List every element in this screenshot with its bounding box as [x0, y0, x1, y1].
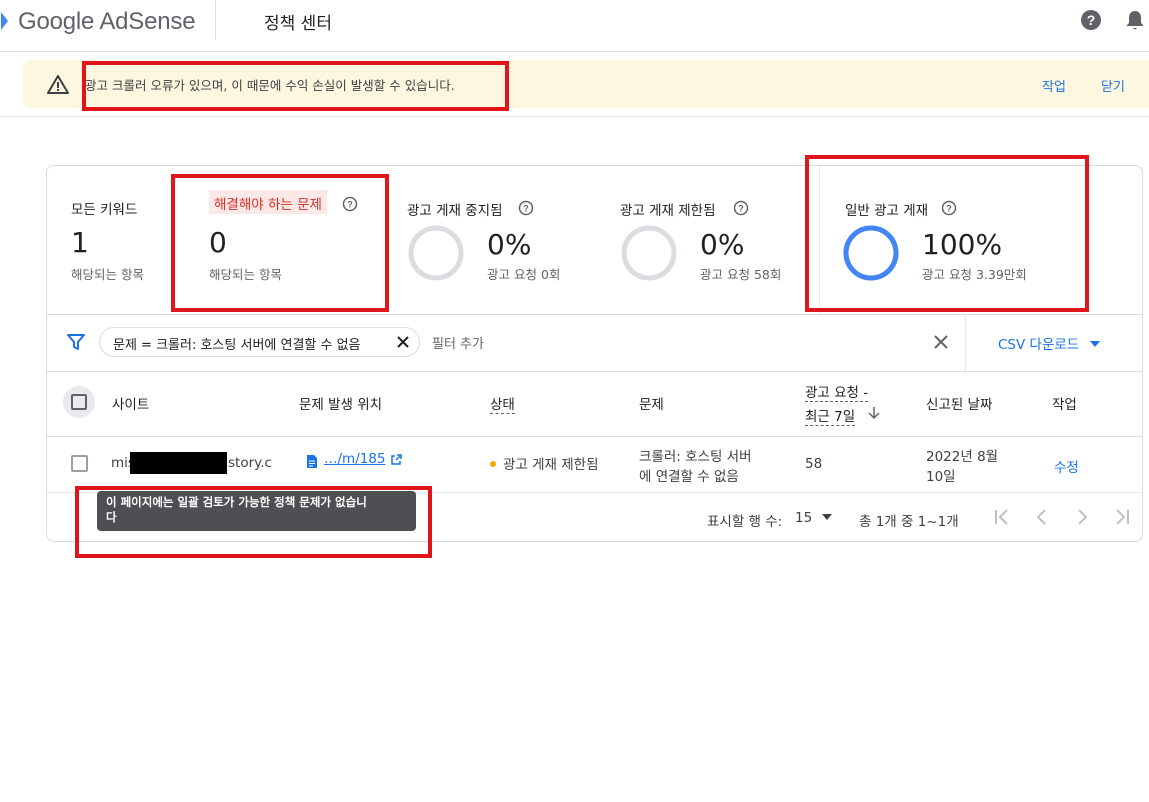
- column-action: 작업: [1052, 397, 1077, 413]
- pagination-range: 총 1개 중 1~1개: [859, 514, 959, 530]
- warning-banner: 광고 크롤러 오류가 있으며, 이 때문에 수익 손실이 발생할 수 있습니다.…: [23, 60, 1149, 108]
- column-issue[interactable]: 문제: [639, 393, 664, 413]
- filter-chip[interactable]: 문제 = 크롤러: 호스팅 서버에 연결할 수 없음: [99, 327, 420, 357]
- summary-normal-sub: 광고 요청 3.39만회: [922, 267, 1027, 282]
- summary-limited-sub: 광고 요청 58회: [700, 267, 782, 282]
- next-page-icon[interactable]: [1072, 507, 1092, 527]
- summary-limited-value: 0%: [700, 228, 745, 261]
- column-requests-line1[interactable]: 광고 요청 -: [805, 381, 869, 402]
- help-circle-icon[interactable]: ?: [1080, 9, 1102, 31]
- help-circle-icon[interactable]: ?: [941, 200, 957, 216]
- summary-all-keywords-sub: 해당되는 항목: [71, 267, 144, 282]
- location-link[interactable]: …/m/185: [324, 451, 386, 467]
- external-link-icon[interactable]: [390, 454, 402, 466]
- stopped-ring-chart: [408, 225, 464, 281]
- bell-icon[interactable]: [1124, 8, 1146, 32]
- row-checkbox[interactable]: [71, 455, 88, 472]
- tooltip-line1: 이 페이지에는 일괄 검토가 가능한 정책 문제가 없습니: [106, 495, 367, 509]
- status-cell: 광고 게재 제한됨: [490, 453, 599, 473]
- limited-ring-chart: [621, 225, 677, 281]
- summary-all-keywords-label[interactable]: 모든 키워드: [71, 198, 137, 218]
- filter-icon[interactable]: [67, 333, 85, 351]
- banner-message: 광고 크롤러 오류가 있으며, 이 때문에 수익 손실이 발생할 수 있습니다.: [85, 78, 455, 93]
- select-all-checkbox[interactable]: [71, 394, 87, 410]
- filter-chip-text: 문제 = 크롤러: 호스팅 서버에 연결할 수 없음: [113, 338, 361, 353]
- svg-text:?: ?: [738, 204, 744, 214]
- svg-text:?: ?: [347, 200, 353, 210]
- divider: [0, 116, 1149, 117]
- divider: [47, 436, 1142, 437]
- previous-page-icon[interactable]: [1032, 507, 1052, 527]
- redacted-block: [130, 452, 227, 474]
- summary-all-keywords-value: 1: [71, 226, 89, 259]
- caret-down-icon: [822, 514, 833, 520]
- rows-per-page-value: 15: [795, 510, 813, 526]
- close-icon[interactable]: [396, 335, 410, 349]
- rows-per-page-select[interactable]: 15: [795, 510, 833, 526]
- summary-limited-label[interactable]: 광고 게재 제한됨: [620, 199, 716, 219]
- policy-issues-card: 모든 키워드 1 해당되는 항목 해결해야 하는 문제 ? 0 해당되는 항목 …: [46, 165, 1143, 542]
- banner-close-button[interactable]: 닫기: [1101, 76, 1125, 95]
- column-location[interactable]: 문제 발생 위치: [299, 393, 382, 413]
- summary-normal-label[interactable]: 일반 광고 게재: [845, 199, 928, 219]
- column-requests-line2[interactable]: 최근 7일: [805, 405, 856, 426]
- caret-down-icon: [1089, 341, 1100, 347]
- column-reported[interactable]: 신고된 날짜: [926, 393, 992, 413]
- svg-text:?: ?: [946, 204, 952, 214]
- summary-issues-value: 0: [209, 226, 227, 259]
- help-circle-icon[interactable]: ?: [733, 200, 749, 216]
- summary-stopped-label[interactable]: 광고 게재 중지됨: [407, 199, 503, 219]
- document-icon: [307, 455, 317, 468]
- edit-link[interactable]: 수정: [1054, 456, 1079, 476]
- normal-ring-chart: [843, 225, 899, 281]
- column-divider: [819, 166, 820, 314]
- help-circle-icon[interactable]: ?: [518, 200, 534, 216]
- add-filter-button[interactable]: 필터 추가: [432, 333, 484, 352]
- column-status[interactable]: 상태: [490, 393, 515, 414]
- issue-line2: 에 연결할 수 없음: [639, 469, 739, 485]
- clear-filters-icon[interactable]: [932, 333, 950, 351]
- divider: [47, 371, 1142, 372]
- app-logo[interactable]: Google AdSense: [18, 8, 196, 36]
- app-header: Google AdSense 정책 센터 ?: [0, 0, 1149, 52]
- summary-stopped-value: 0%: [487, 228, 532, 261]
- banner-action-button[interactable]: 작업: [1042, 76, 1066, 95]
- requests-cell: 58: [805, 456, 823, 472]
- status-text: 광고 게재 제한됨: [503, 457, 599, 473]
- svg-text:?: ?: [523, 204, 529, 214]
- page-title: 정책 센터: [264, 14, 332, 34]
- reported-line1: 2022년 8월: [926, 449, 999, 465]
- svg-text:?: ?: [1087, 12, 1096, 28]
- bulk-review-tooltip: 이 페이지에는 일괄 검토가 가능한 정책 문제가 없습니 다: [97, 491, 416, 531]
- issue-line1: 크롤러: 호스팅 서버: [639, 449, 752, 465]
- header-divider: [215, 0, 216, 40]
- summary-stopped-sub: 광고 요청 0회: [487, 267, 561, 282]
- divider: [47, 314, 1142, 315]
- site-suffix: story.c: [228, 455, 272, 471]
- csv-download-label: CSV 다운로드: [998, 337, 1080, 353]
- adsense-logo-icon: [1, 12, 8, 30]
- summary-normal-value: 100%: [922, 228, 1003, 261]
- status-dot: [490, 461, 496, 467]
- rows-per-page-label: 표시할 행 수:: [707, 514, 783, 530]
- last-page-icon[interactable]: [1112, 507, 1132, 527]
- reported-line2: 10일: [926, 469, 956, 485]
- warning-triangle-icon: [47, 75, 69, 94]
- help-circle-icon[interactable]: ?: [342, 196, 358, 212]
- tooltip-line2: 다: [106, 510, 117, 524]
- first-page-icon[interactable]: [992, 507, 1012, 527]
- divider: [965, 315, 966, 371]
- sort-arrow-down-icon[interactable]: [868, 406, 880, 420]
- summary-issues-label[interactable]: 해결해야 하는 문제: [209, 190, 327, 214]
- csv-download-button[interactable]: CSV 다운로드: [998, 333, 1100, 353]
- column-site[interactable]: 사이트: [112, 393, 149, 413]
- summary-issues-sub: 해당되는 항목: [209, 267, 282, 282]
